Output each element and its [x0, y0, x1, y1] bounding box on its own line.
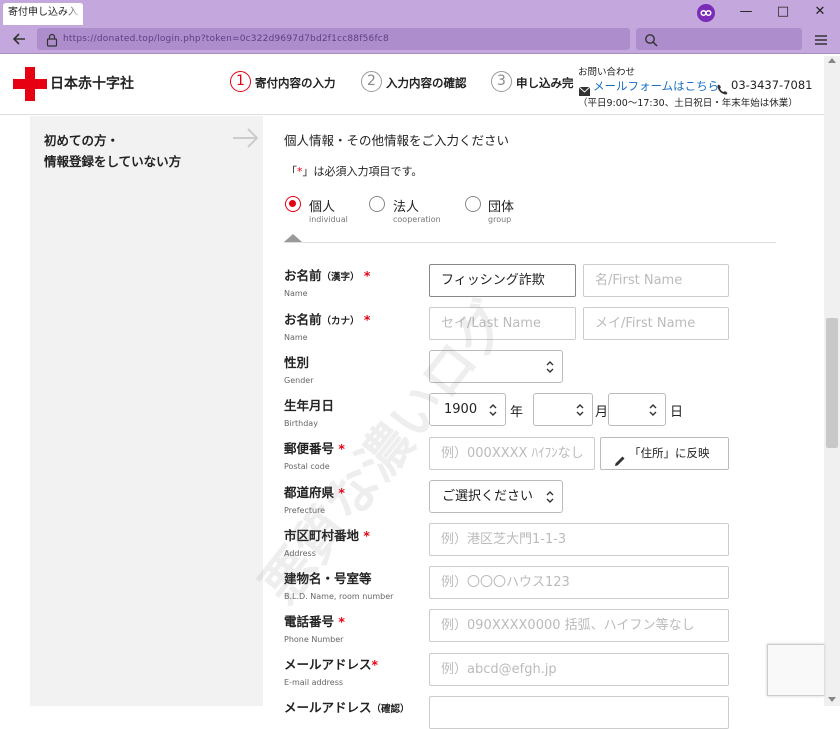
- search-icon: [644, 32, 658, 51]
- menu-icon[interactable]: [814, 32, 828, 46]
- radio-corporation[interactable]: [369, 196, 385, 212]
- phone-input[interactable]: 例）090XXXX0000 括弧、ハイフン等なし: [429, 609, 729, 642]
- radio-individual-sub: individual: [309, 215, 348, 224]
- radio-group-label: 団体: [488, 200, 515, 215]
- close-button[interactable]: ✕: [810, 3, 830, 21]
- radio-group[interactable]: [465, 196, 481, 212]
- gender-sub: Gender: [284, 376, 314, 385]
- phone-label: 電話番号 *: [284, 614, 345, 629]
- red-cross-icon: [13, 67, 47, 101]
- select-arrows-icon: [649, 404, 657, 416]
- radio-individual-label: 個人: [309, 200, 336, 215]
- contact-title: お問い合わせ: [578, 67, 636, 78]
- email-sub: E-mail address: [284, 678, 344, 687]
- logo-text: 日本赤十字社: [50, 76, 134, 92]
- email-confirm-label: メールアドレス（確認）: [284, 700, 410, 715]
- scroll-down-icon[interactable]: [828, 697, 836, 702]
- birth-day-select[interactable]: [608, 393, 666, 426]
- year-unit: 年: [510, 405, 524, 420]
- red-cross-logo[interactable]: 日本赤十字社: [13, 67, 143, 101]
- email-input[interactable]: 例）abcd@efgh.jp: [429, 653, 729, 686]
- search-box[interactable]: [636, 28, 802, 50]
- contact-hours: （平日9:00～17:30、土日祝日・年末年始は休業）: [578, 98, 798, 109]
- select-arrows-icon: [546, 361, 554, 373]
- maximize-button[interactable]: □: [773, 3, 793, 21]
- minimize-button[interactable]: —: [736, 3, 756, 21]
- day-unit: 日: [670, 405, 684, 420]
- form-intro: 個人情報・その他情報をご入力ください: [284, 133, 510, 148]
- site-header: 日本赤十字社 1 寄付内容の入力 2 入力内容の確認 3 申し込み完 お問い合わ…: [0, 55, 840, 115]
- month-unit: 月: [595, 405, 609, 420]
- email-label: メールアドレス*: [284, 657, 379, 672]
- name-kana-sub: Name: [284, 333, 308, 342]
- name-kanji-label: お名前（漢字） *: [284, 268, 371, 283]
- select-arrows-icon: [489, 404, 497, 416]
- required-note: 「*」は必須入力項目です。: [286, 165, 423, 178]
- name-kanji-sub: Name: [284, 289, 308, 298]
- scroll-up-icon[interactable]: [828, 58, 836, 63]
- city-input[interactable]: 例）港区芝大門1-1-3: [429, 523, 729, 556]
- url-bar[interactable]: https://donated.top/login.php?token=0c32…: [37, 28, 630, 50]
- lock-icon: [46, 32, 58, 51]
- extension-icon[interactable]: [697, 4, 715, 22]
- scrollbar-thumb[interactable]: [826, 318, 838, 448]
- first-name-kanji-input[interactable]: 名/First Name: [583, 264, 729, 297]
- url-text: https://donated.top/login.php?token=0c32…: [63, 34, 389, 44]
- left-panel-line2: 情報登録をしていない方: [44, 154, 182, 169]
- pencil-icon: [614, 448, 626, 479]
- mail-form-link[interactable]: メールフォームはこちら: [593, 78, 719, 94]
- gender-label: 性別: [284, 355, 310, 370]
- browser-tab[interactable]: 寄付申し込み入: [3, 3, 83, 25]
- birthday-sub: Birthday: [284, 419, 318, 428]
- radio-corporation-label: 法人: [393, 200, 420, 215]
- birthday-label: 生年月日: [284, 398, 335, 413]
- page-scrollbar[interactable]: [824, 56, 840, 706]
- select-arrows-icon: [576, 404, 584, 416]
- building-input[interactable]: 例）〇〇〇ハウス123: [429, 566, 729, 599]
- arrow-right-icon: [232, 127, 260, 153]
- phone-number: 03-3437-7081: [731, 78, 813, 92]
- step-2-label: 入力内容の確認: [386, 76, 467, 90]
- first-name-kana-input[interactable]: メイ/First Name: [583, 307, 729, 340]
- step-2-number: 2: [361, 71, 382, 92]
- birth-month-select[interactable]: [533, 393, 593, 426]
- step-1-label: 寄付内容の入力: [255, 76, 336, 90]
- browser-toolbar: https://donated.top/login.php?token=0c32…: [0, 25, 840, 54]
- left-panel-line1: 初めての方・: [44, 133, 120, 148]
- radio-corporation-sub: cooperation: [393, 215, 441, 224]
- recaptcha-badge[interactable]: [767, 644, 824, 696]
- left-panel: 初めての方・ 情報登録をしていない方: [30, 116, 263, 706]
- select-arrows-icon: [546, 491, 554, 503]
- back-icon[interactable]: [9, 29, 29, 49]
- name-kana-label: お名前（カナ） *: [284, 312, 371, 327]
- phone-sub: Phone Number: [284, 635, 344, 644]
- step-1-number: 1: [230, 71, 251, 92]
- radio-group-sub: group: [488, 215, 512, 224]
- caret-up-icon: [284, 234, 302, 242]
- reflect-address-button[interactable]: 「住所」に反映: [600, 437, 729, 470]
- postal-code-input[interactable]: 例）000XXXX ﾊｲﾌﾝなし: [429, 437, 595, 470]
- step-3-number: 3: [491, 71, 512, 92]
- browser-titlebar: 寄付申し込み入 — □ ✕: [0, 0, 840, 25]
- step-3-label: 申し込み完: [516, 76, 574, 90]
- email-confirm-input[interactable]: [429, 696, 729, 729]
- prefecture-select[interactable]: ご選択ください: [429, 480, 563, 513]
- radio-individual[interactable]: [285, 196, 301, 212]
